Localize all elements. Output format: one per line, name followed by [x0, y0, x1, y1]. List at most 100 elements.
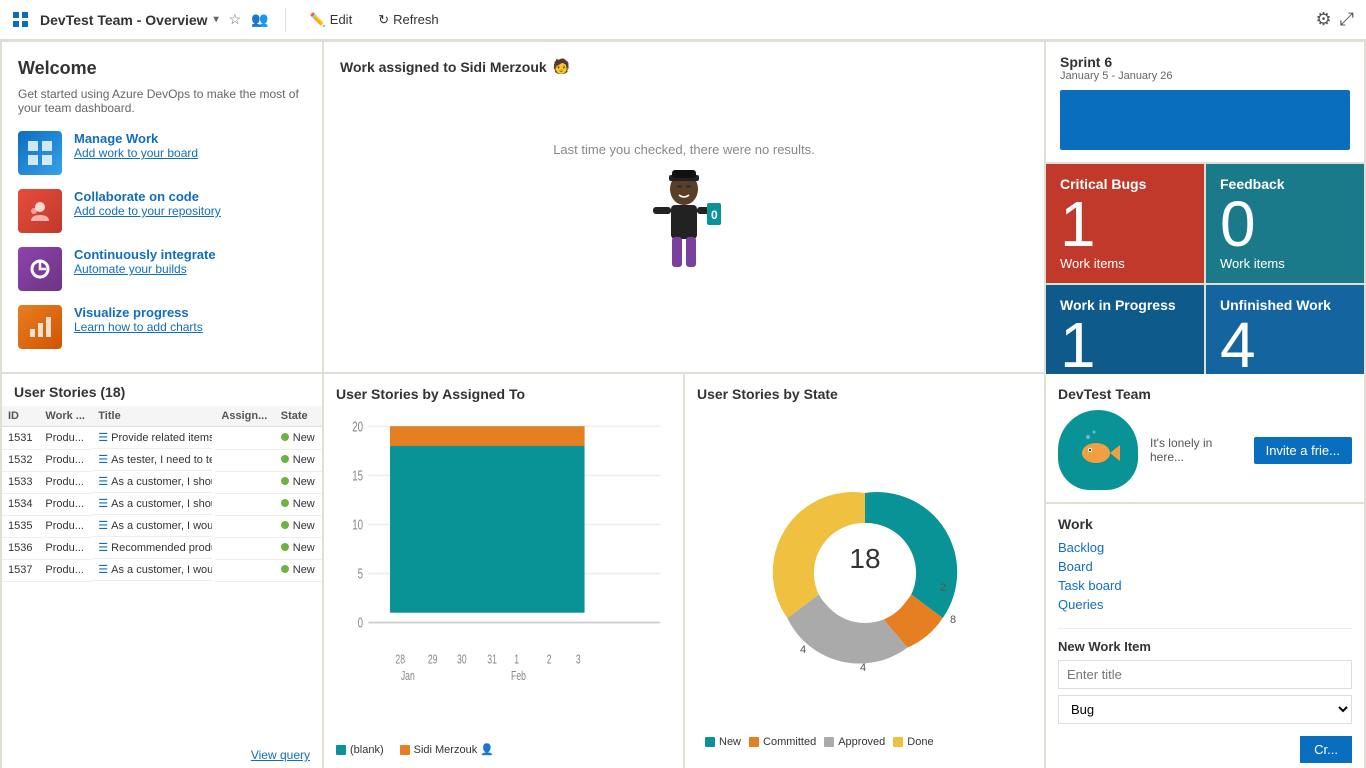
new-wi-title-input[interactable]: [1058, 660, 1352, 689]
edit-button[interactable]: ✏️ Edit: [302, 8, 361, 32]
refresh-button[interactable]: ↻ Refresh: [370, 8, 446, 32]
assigned-title: Work assigned to Sidi Merzouk 🧑: [340, 58, 1028, 75]
legend-committed: Committed: [749, 736, 816, 748]
donut-chart-area: 18 2 8 4 4: [697, 410, 1032, 736]
topbar-right: ⚙ ⤢: [1315, 9, 1354, 30]
favorite-icon[interactable]: ☆: [229, 11, 242, 28]
kpi-feedback-sub: Work items: [1220, 256, 1350, 271]
invite-button[interactable]: Invite a frie...: [1254, 437, 1352, 464]
queries-link[interactable]: Queries: [1058, 597, 1352, 612]
taskboard-link[interactable]: Task board: [1058, 578, 1352, 593]
bar-chart-legend: (blank) Sidi Merzouk 👤: [336, 743, 671, 756]
svg-text:3: 3: [576, 653, 581, 667]
separator: [285, 8, 286, 32]
right-top-section: Sprint 6 January 5 - January 26 Critical…: [1046, 42, 1364, 372]
svg-text:2: 2: [547, 653, 552, 667]
new-wi-type-select[interactable]: Bug: [1058, 695, 1352, 724]
table-row[interactable]: 1537 Produ... ☰As a customer, I would li…: [2, 559, 322, 581]
legend-committed-dot: [749, 737, 759, 747]
team-icon[interactable]: 👥: [251, 11, 268, 28]
legend-sidi-dot: [400, 745, 410, 755]
edit-icon: ✏️: [310, 12, 326, 28]
person-illustration: 0: [639, 167, 729, 297]
table-row[interactable]: 1535 Produ... ☰As a customer, I would li…: [2, 515, 322, 537]
svg-text:2: 2: [940, 582, 946, 594]
new-wi-title: New Work Item: [1058, 639, 1352, 654]
view-query-link[interactable]: View query: [2, 742, 322, 768]
user-stories-panel: User Stories (18) ID Work ... Title Assi…: [2, 374, 322, 768]
backlog-link[interactable]: Backlog: [1058, 540, 1352, 555]
refresh-icon: ↻: [378, 12, 389, 28]
viz-link[interactable]: Learn how to add charts: [74, 320, 203, 334]
user-stories-header: User Stories (18): [2, 374, 322, 406]
kpi-critical-bugs[interactable]: Critical Bugs 1 Work items: [1046, 164, 1204, 283]
table-row[interactable]: 1531 Produ... ☰Provide related items or …: [2, 427, 322, 450]
svg-text:8: 8: [950, 614, 956, 626]
donut-legend: New Committed Approved Done: [697, 736, 1032, 756]
grid-icon: [12, 11, 30, 29]
svg-text:29: 29: [428, 653, 438, 667]
svg-text:30: 30: [457, 653, 467, 667]
sprint-panel: Sprint 6 January 5 - January 26: [1046, 42, 1364, 162]
legend-done: Done: [893, 736, 933, 748]
ci-link[interactable]: Automate your builds: [74, 262, 216, 276]
manage-icon: [18, 131, 62, 175]
title-chevron-icon[interactable]: ▾: [214, 14, 219, 25]
welcome-items: Manage Work Add work to your board Colla…: [18, 131, 306, 349]
person-emoji: 🧑: [553, 58, 570, 75]
table-row[interactable]: 1532 Produ... ☰As tester, I need to test…: [2, 449, 322, 471]
svg-text:18: 18: [849, 543, 880, 574]
manage-work-link[interactable]: Add work to your board: [74, 146, 198, 160]
empty-message: Last time you checked, there were no res…: [553, 142, 815, 157]
svg-text:Jan: Jan: [401, 669, 415, 683]
devtest-title: DevTest Team: [1058, 386, 1352, 402]
user-stories-table: ID Work ... Title Assign... State 1531 P…: [2, 406, 322, 742]
assigned-empty-state: Last time you checked, there were no res…: [340, 83, 1028, 356]
col-title[interactable]: Title: [92, 406, 215, 427]
welcome-item-ci: Continuously integrate Automate your bui…: [18, 247, 306, 291]
welcome-title: Welcome: [18, 58, 306, 79]
col-work[interactable]: Work ...: [39, 406, 92, 427]
welcome-item-viz: Visualize progress Learn how to add char…: [18, 305, 306, 349]
settings-icon[interactable]: ⚙: [1315, 9, 1331, 30]
svg-text:10: 10: [352, 516, 363, 533]
collab-icon: [18, 189, 62, 233]
legend-approved-dot: [824, 737, 834, 747]
welcome-item-manage: Manage Work Add work to your board: [18, 131, 306, 175]
user-stories-title: User Stories (18): [14, 384, 125, 400]
manage-work-heading: Manage Work: [74, 131, 198, 146]
viz-icon: [18, 305, 62, 349]
ci-heading: Continuously integrate: [74, 247, 216, 262]
kpi-wip-value: 1: [1060, 313, 1190, 377]
svg-text:Feb: Feb: [511, 669, 526, 683]
kpi-feedback-value: 0: [1220, 192, 1350, 256]
new-work-item-section: New Work Item Bug Cr...: [1058, 628, 1352, 724]
legend-new-dot: [705, 737, 715, 747]
svg-text:31: 31: [487, 653, 497, 667]
collab-link[interactable]: Add code to your repository: [74, 204, 221, 218]
board-link[interactable]: Board: [1058, 559, 1352, 574]
viz-heading: Visualize progress: [74, 305, 203, 320]
svg-text:4: 4: [800, 644, 806, 656]
work-links-panel: Work Backlog Board Task board Queries Ne…: [1046, 504, 1364, 768]
expand-icon[interactable]: ⤢: [1340, 9, 1354, 30]
col-assign[interactable]: Assign...: [215, 406, 274, 427]
bar-chart-title: User Stories by Assigned To: [336, 386, 671, 402]
table-row[interactable]: 1536 Produ... ☰Recommended products... N…: [2, 537, 322, 559]
table-row[interactable]: 1533 Produ... ☰As a customer, I should .…: [2, 471, 322, 493]
donut-chart-panel: User Stories by State: [685, 374, 1044, 768]
legend-sidi: Sidi Merzouk 👤: [400, 743, 494, 756]
col-state[interactable]: State: [275, 406, 322, 427]
table-row[interactable]: 1534 Produ... ☰As a customer, I should .…: [2, 493, 322, 515]
page-title: DevTest Team - Overview ▾: [40, 12, 219, 28]
legend-done-dot: [893, 737, 903, 747]
work-links-title: Work: [1058, 516, 1352, 532]
right-bottom-section: DevTest Team It's lonely in here... I: [1046, 374, 1364, 768]
legend-blank: (blank): [336, 743, 384, 756]
kpi-feedback[interactable]: Feedback 0 Work items: [1206, 164, 1364, 283]
create-button[interactable]: Cr...: [1300, 736, 1352, 763]
legend-new: New: [705, 736, 741, 748]
sprint-dates: January 5 - January 26: [1060, 70, 1350, 82]
topbar: DevTest Team - Overview ▾ ☆ 👥 ✏️ Edit ↻ …: [0, 0, 1366, 40]
col-id[interactable]: ID: [2, 406, 39, 427]
